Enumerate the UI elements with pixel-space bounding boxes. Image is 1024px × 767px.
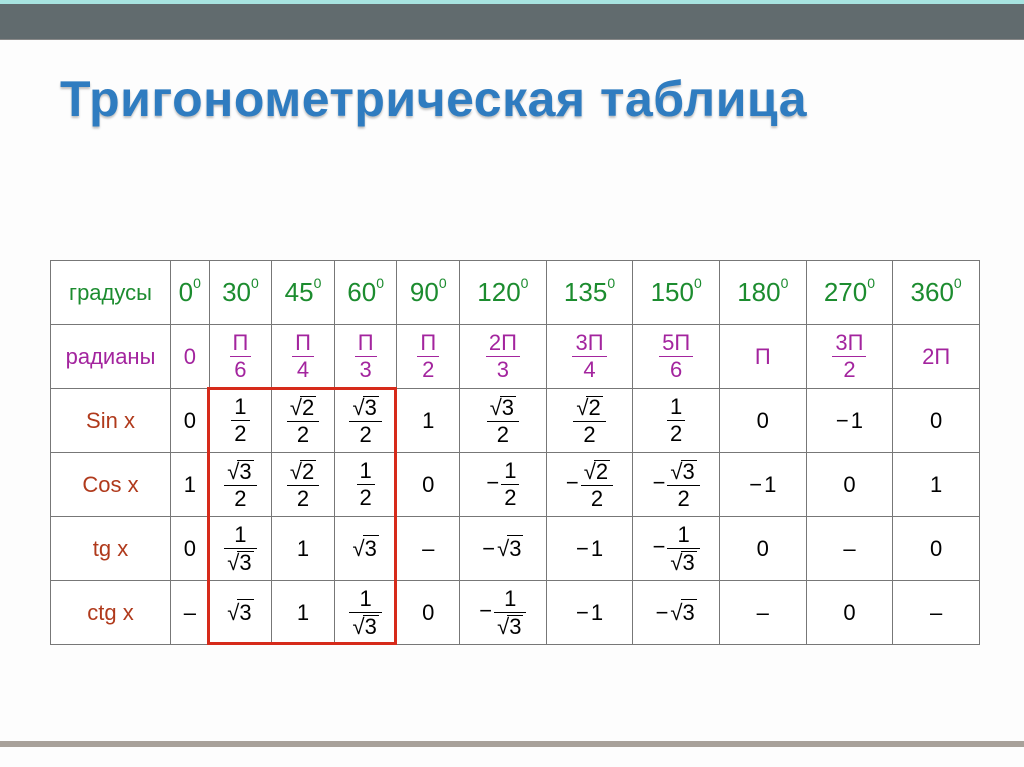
deg-90: 900 <box>397 261 460 325</box>
sin-0: 0 <box>171 389 210 453</box>
rad-0: 0 <box>171 325 210 389</box>
deg-360: 3600 <box>893 261 980 325</box>
row-cos: Cos x 1 32 22 12 0 −12 −22 −32 −1 0 1 <box>51 453 980 517</box>
cos-0: 1 <box>171 453 210 517</box>
sin-30: 12 <box>209 389 272 453</box>
tg-60: 3 <box>334 517 397 581</box>
tg-30: 13 <box>209 517 272 581</box>
hdr-ctg: ctg x <box>51 581 171 645</box>
rad-30: П6 <box>209 325 272 389</box>
row-degrees: градусы 00 300 450 600 900 1200 1350 150… <box>51 261 980 325</box>
hdr-sin: Sin x <box>51 389 171 453</box>
tg-270: – <box>806 517 893 581</box>
cos-150: −32 <box>633 453 720 517</box>
ctg-0: – <box>171 581 210 645</box>
deg-270: 2700 <box>806 261 893 325</box>
deg-150: 1500 <box>633 261 720 325</box>
ctg-45: 1 <box>272 581 335 645</box>
deg-30: 300 <box>209 261 272 325</box>
deg-180: 1800 <box>719 261 806 325</box>
deg-120: 1200 <box>460 261 547 325</box>
tg-90: – <box>397 517 460 581</box>
hdr-degrees: градусы <box>51 261 171 325</box>
deg-60: 600 <box>334 261 397 325</box>
tg-120: −3 <box>460 517 547 581</box>
ctg-180: – <box>719 581 806 645</box>
page-title: Тригонометрическая таблица <box>60 70 984 128</box>
cos-45: 22 <box>272 453 335 517</box>
tg-360: 0 <box>893 517 980 581</box>
ctg-60: 13 <box>334 581 397 645</box>
tg-135: −1 <box>546 517 633 581</box>
hdr-cos: Cos x <box>51 453 171 517</box>
cos-90: 0 <box>397 453 460 517</box>
rad-360: 2П <box>893 325 980 389</box>
cos-60: 12 <box>334 453 397 517</box>
hdr-tg: tg x <box>51 517 171 581</box>
cos-180: −1 <box>719 453 806 517</box>
rad-150: 5П6 <box>633 325 720 389</box>
deg-135: 1350 <box>546 261 633 325</box>
top-bar <box>0 0 1024 40</box>
rad-60: П3 <box>334 325 397 389</box>
sin-60: 32 <box>334 389 397 453</box>
ctg-360: – <box>893 581 980 645</box>
ctg-30: 3 <box>209 581 272 645</box>
rad-90: П2 <box>397 325 460 389</box>
ctg-120: −13 <box>460 581 547 645</box>
cos-270: 0 <box>806 453 893 517</box>
row-ctg: ctg x – 3 1 13 0 −13 −1 −3 – 0 – <box>51 581 980 645</box>
cos-135: −22 <box>546 453 633 517</box>
rad-135: 3П4 <box>546 325 633 389</box>
row-sin: Sin x 0 12 22 32 1 32 22 12 0 −1 0 <box>51 389 980 453</box>
tg-0: 0 <box>171 517 210 581</box>
rad-270: 3П2 <box>806 325 893 389</box>
ctg-150: −3 <box>633 581 720 645</box>
sin-270: −1 <box>806 389 893 453</box>
rad-180: П <box>719 325 806 389</box>
row-radians: радианы 0 П6 П4 П3 П2 2П3 3П4 5П6 П 3П2 … <box>51 325 980 389</box>
tg-180: 0 <box>719 517 806 581</box>
bottom-bar <box>0 741 1024 747</box>
trig-table: градусы 00 300 450 600 900 1200 1350 150… <box>50 260 980 645</box>
deg-45: 450 <box>272 261 335 325</box>
cos-30: 32 <box>209 453 272 517</box>
cos-360: 1 <box>893 453 980 517</box>
ctg-135: −1 <box>546 581 633 645</box>
ctg-270: 0 <box>806 581 893 645</box>
sin-90: 1 <box>397 389 460 453</box>
sin-150: 12 <box>633 389 720 453</box>
tg-150: −13 <box>633 517 720 581</box>
deg-0: 00 <box>171 261 210 325</box>
cos-120: −12 <box>460 453 547 517</box>
row-tg: tg x 0 13 1 3 – −3 −1 −13 0 – 0 <box>51 517 980 581</box>
sin-135: 22 <box>546 389 633 453</box>
sin-180: 0 <box>719 389 806 453</box>
trig-table-wrap: градусы 00 300 450 600 900 1200 1350 150… <box>50 260 980 645</box>
sin-120: 32 <box>460 389 547 453</box>
hdr-radians: радианы <box>51 325 171 389</box>
sin-360: 0 <box>893 389 980 453</box>
sin-45: 22 <box>272 389 335 453</box>
tg-45: 1 <box>272 517 335 581</box>
rad-45: П4 <box>272 325 335 389</box>
ctg-90: 0 <box>397 581 460 645</box>
rad-120: 2П3 <box>460 325 547 389</box>
